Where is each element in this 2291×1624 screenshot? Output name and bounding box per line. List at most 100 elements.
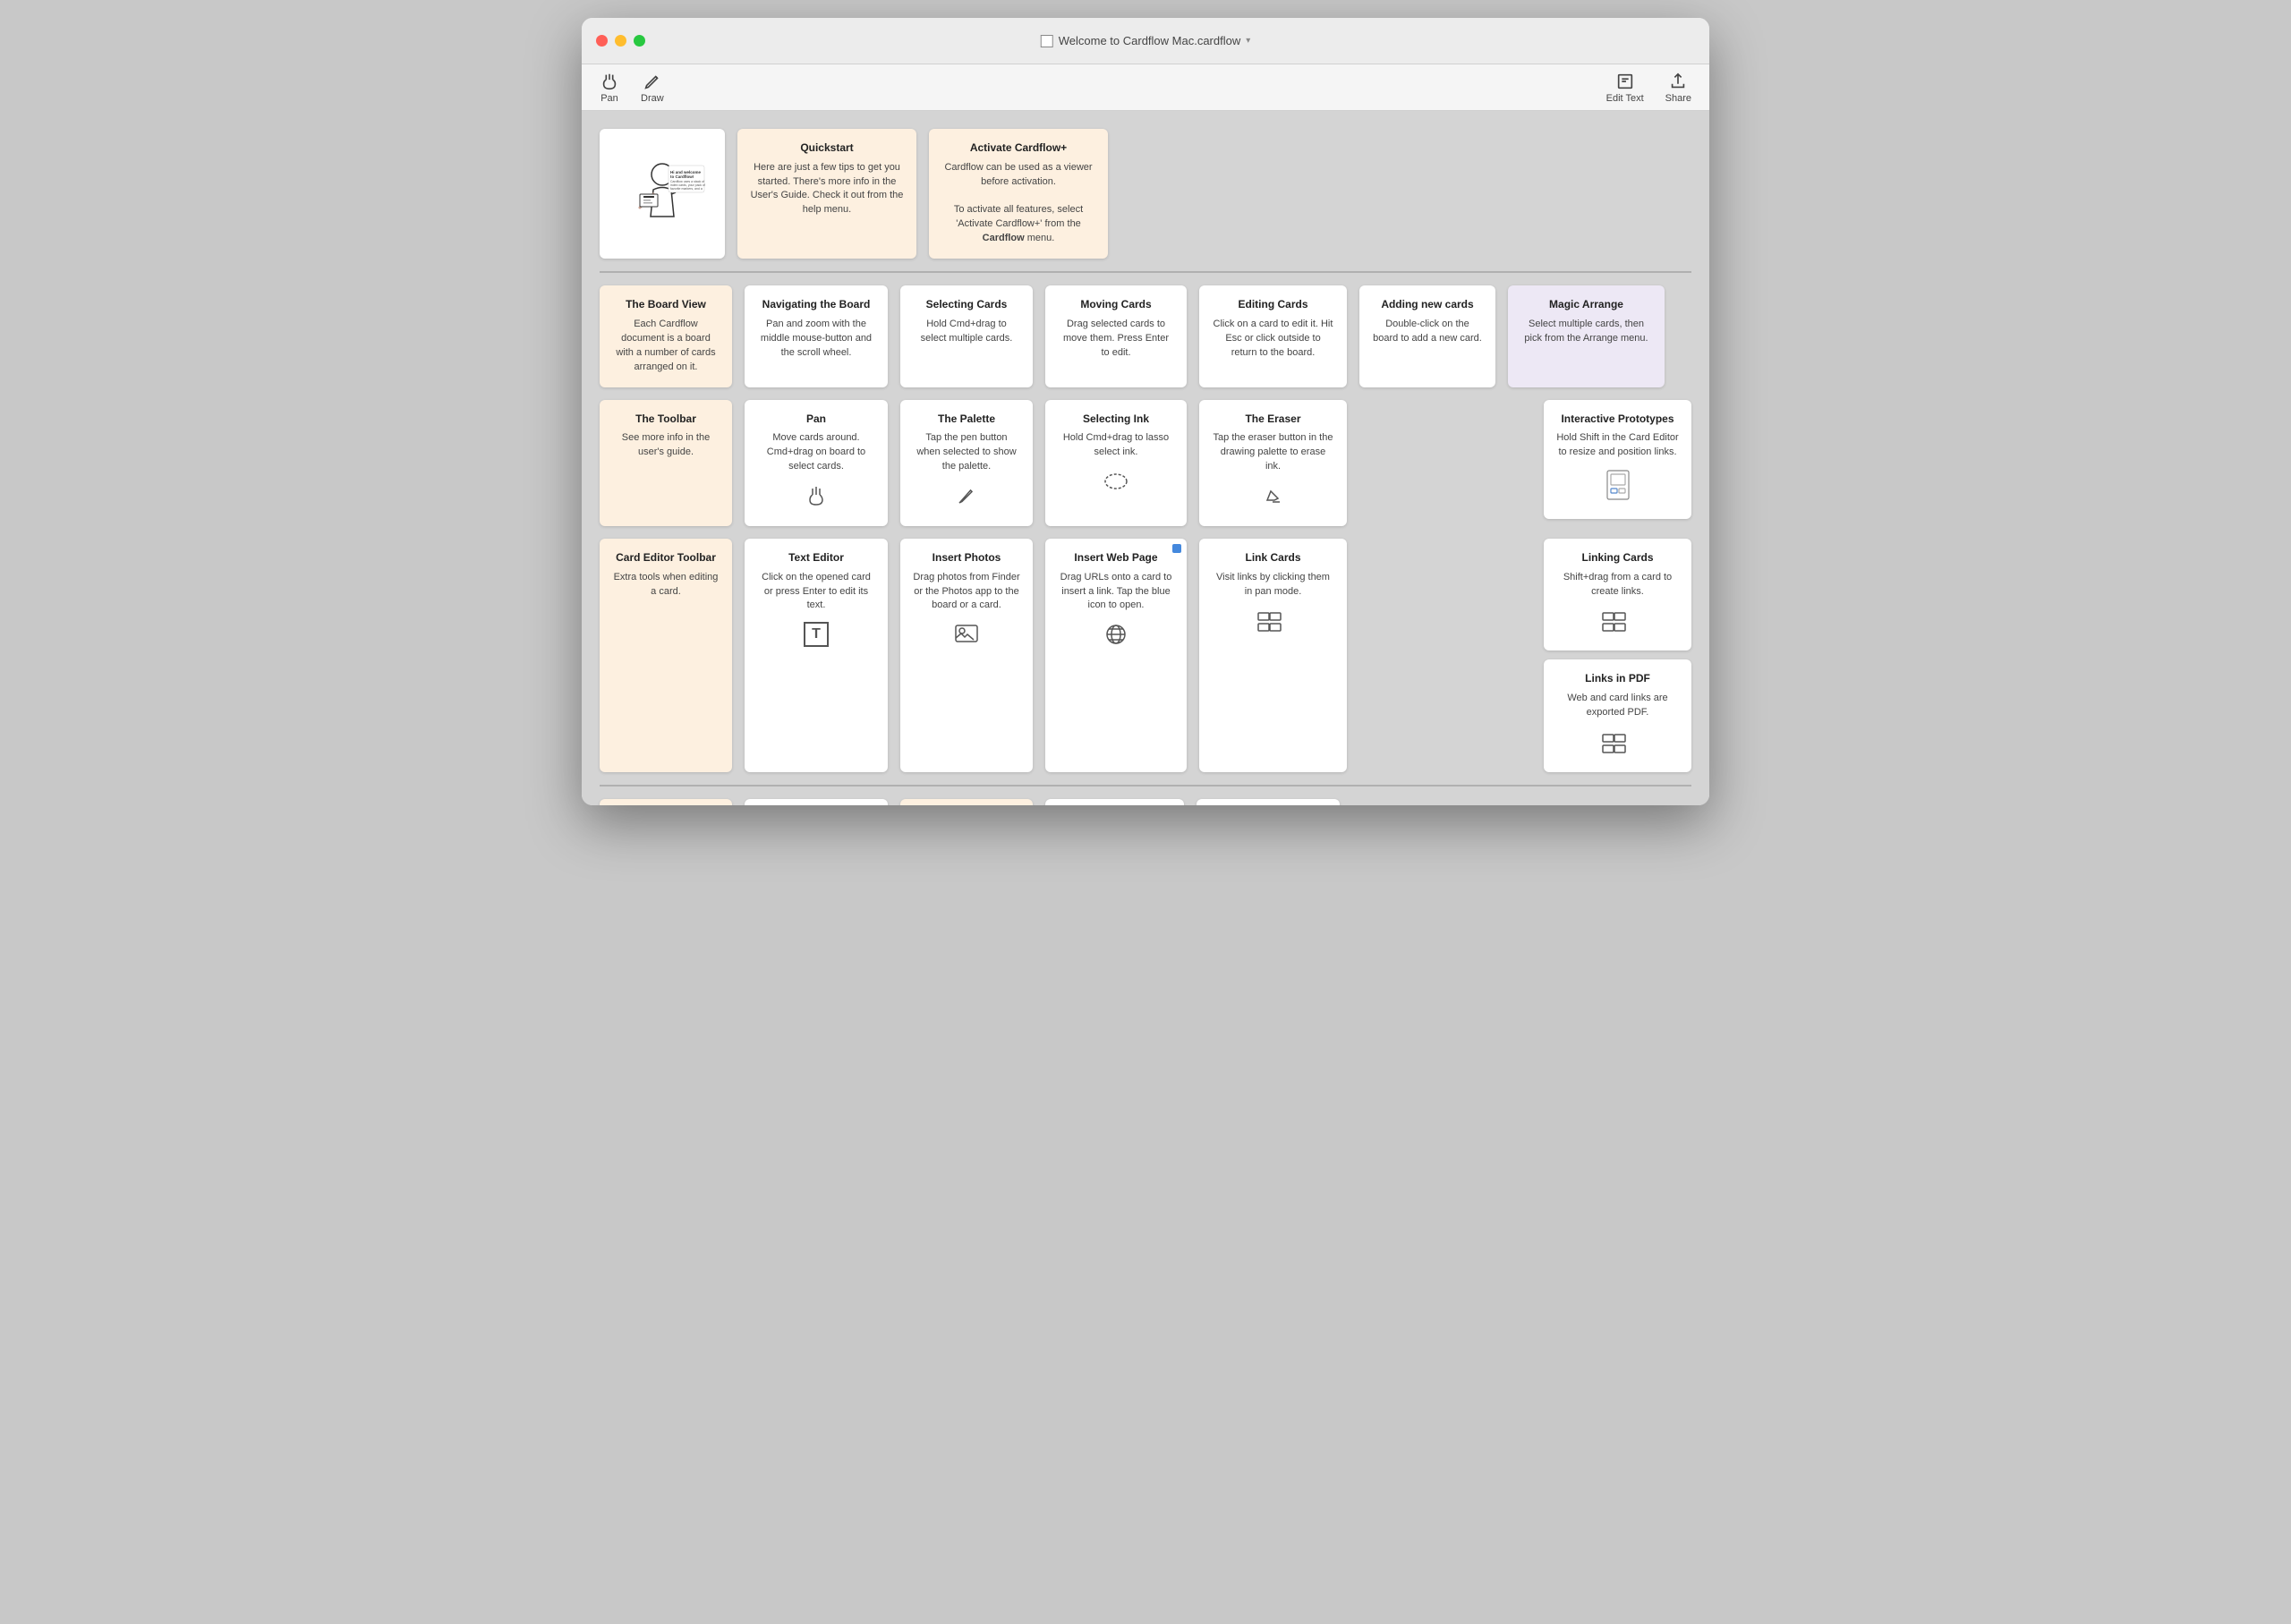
selecting-cards-card[interactable]: Selecting Cards Hold Cmd+drag to select … xyxy=(900,285,1033,387)
link-cards-body: Visit links by clicking them in pan mode… xyxy=(1212,571,1334,599)
share-button[interactable]: Share xyxy=(1665,72,1691,104)
svg-text:to Cardflow!: to Cardflow! xyxy=(670,174,694,179)
pan-card-body: Move cards around. Cmd+drag on board to … xyxy=(757,431,875,474)
toolbar-card[interactable]: The Toolbar See more info in the user's … xyxy=(600,400,732,526)
titlebar: Welcome to Cardflow Mac.cardflow ▾ xyxy=(582,18,1709,64)
share-label: Share xyxy=(1665,93,1691,104)
board-view-body: Each Cardflow document is a board with a… xyxy=(612,318,720,375)
brainstorming-card[interactable]: Brainstorming Index cards are ideal for … xyxy=(900,799,1033,805)
navigating-body: Pan and zoom with the middle mouse-butto… xyxy=(757,318,875,361)
row4-cards: Card Editor Toolbar Extra tools when edi… xyxy=(600,539,1691,772)
navigating-card[interactable]: Navigating the Board Pan and zoom with t… xyxy=(745,285,888,387)
edit-text-label: Edit Text xyxy=(1606,93,1644,104)
edit-text-icon xyxy=(1615,72,1635,91)
insert-photos-body: Drag photos from Finder or the Photos ap… xyxy=(913,571,1020,614)
text-editor-body: Click on the opened card or press Enter … xyxy=(757,571,875,614)
insert-webpage-icon xyxy=(1103,622,1128,652)
things-todo-card[interactable]: Things You Can Do with Cardflow Just a f… xyxy=(600,799,732,805)
activate-card[interactable]: Activate Cardflow+ Cardflow can be used … xyxy=(929,129,1108,259)
palette-card-body: Tap the pen button when selected to show… xyxy=(913,431,1020,474)
link-cards-title: Link Cards xyxy=(1245,551,1300,565)
text-and-ink-card[interactable]: Text and Ink Combine text and freeform d… xyxy=(745,799,888,805)
pan-icon xyxy=(600,72,619,91)
text-editor-card[interactable]: Text Editor Click on the opened card or … xyxy=(745,539,888,772)
divider-1 xyxy=(600,271,1691,273)
title-dropdown-arrow[interactable]: ▾ xyxy=(1246,36,1250,46)
linking-cards-card[interactable]: Linking Cards Shift+drag from a card to … xyxy=(1544,539,1691,650)
minimize-button[interactable] xyxy=(615,35,626,47)
linking-cards-body: Shift+drag from a card to create links. xyxy=(1556,571,1679,599)
selecting-cards-body: Hold Cmd+drag to select multiple cards. xyxy=(913,318,1020,346)
adding-cards-body: Double-click on the board to add a new c… xyxy=(1372,318,1483,346)
magic-arrange-card[interactable]: Magic Arrange Select multiple cards, the… xyxy=(1508,285,1665,387)
adding-cards-card[interactable]: Adding new cards Double-click on the boa… xyxy=(1359,285,1495,387)
eraser-card-title: The Eraser xyxy=(1245,412,1300,427)
row2-cards: The Board View Each Cardflow document is… xyxy=(600,285,1691,387)
interactive-prototypes-body: Hold Shift in the Card Editor to resize … xyxy=(1556,431,1679,460)
link-cards-icon xyxy=(1257,608,1290,638)
link-cards-card[interactable]: Link Cards Visit links by clicking them … xyxy=(1199,539,1347,772)
group-ideas-card[interactable]: Group ideasand REFINEthem later xyxy=(1197,799,1340,805)
edit-text-button[interactable]: Edit Text xyxy=(1606,72,1644,104)
selecting-ink-body: Hold Cmd+drag to lasso select ink. xyxy=(1058,431,1174,460)
draw-tool[interactable]: Draw xyxy=(641,72,664,104)
close-button[interactable] xyxy=(596,35,608,47)
eraser-card-body: Tap the eraser button in the drawing pal… xyxy=(1212,431,1334,474)
blue-indicator xyxy=(1172,544,1181,553)
magic-arrange-title: Magic Arrange xyxy=(1549,298,1623,312)
traffic-lights xyxy=(596,35,645,47)
insert-webpage-body: Drag URLs onto a card to insert a link. … xyxy=(1058,571,1174,614)
text-editor-title: Text Editor xyxy=(788,551,844,565)
links-in-pdf-title: Links in PDF xyxy=(1585,672,1650,686)
insert-photos-title: Insert Photos xyxy=(933,551,1001,565)
interactive-prototypes-icon xyxy=(1604,469,1632,506)
svg-text:favorite markers, and a: favorite markers, and a xyxy=(670,187,703,191)
quickstart-body: Here are just a few tips to get you star… xyxy=(750,161,904,218)
board-view-card[interactable]: The Board View Each Cardflow document is… xyxy=(600,285,732,387)
links-in-pdf-body: Web and card links are exported PDF. xyxy=(1556,692,1679,720)
moving-cards-card[interactable]: Moving Cards Drag selected cards to move… xyxy=(1045,285,1187,387)
text-editor-icon: T xyxy=(804,622,829,647)
board-view-title: The Board View xyxy=(626,298,706,312)
toolbar: Pan Draw Edit Text xyxy=(582,64,1709,111)
insert-webpage-title: Insert Web Page xyxy=(1074,551,1157,565)
insert-photos-icon xyxy=(954,622,979,650)
canvas-area[interactable]: Hi and welcome to Cardflow! Cardflow use… xyxy=(582,111,1709,805)
pan-card[interactable]: Pan Move cards around. Cmd+drag on board… xyxy=(745,400,888,526)
share-icon xyxy=(1668,72,1688,91)
editing-cards-body: Click on a card to edit it. Hit Esc or c… xyxy=(1212,318,1334,361)
toolbar-left: Pan Draw xyxy=(600,72,664,104)
palette-card[interactable]: The Palette Tap the pen button when sele… xyxy=(900,400,1033,526)
card-editor-toolbar-card[interactable]: Card Editor Toolbar Extra tools when edi… xyxy=(600,539,732,772)
toolbar-card-title: The Toolbar xyxy=(635,412,696,427)
eraser-card-icon xyxy=(1261,483,1286,514)
palette-card-icon xyxy=(954,483,979,514)
divider-2 xyxy=(600,785,1691,786)
palette-card-title: The Palette xyxy=(938,412,995,427)
quickstart-card[interactable]: Quickstart Here are just a few tips to g… xyxy=(737,129,916,259)
quickstart-title: Quickstart xyxy=(800,141,853,156)
pan-label: Pan xyxy=(600,93,618,104)
interactive-prototypes-card[interactable]: Interactive Prototypes Hold Shift in the… xyxy=(1544,400,1691,519)
pan-tool[interactable]: Pan xyxy=(600,72,619,104)
right-cards-stack: Interactive Prototypes Hold Shift in the… xyxy=(1544,400,1691,526)
draw-label: Draw xyxy=(641,93,664,104)
links-in-pdf-icon xyxy=(1602,729,1634,760)
selecting-cards-title: Selecting Cards xyxy=(926,298,1008,312)
editing-cards-card[interactable]: Editing Cards Click on a card to edit it… xyxy=(1199,285,1347,387)
fullscreen-button[interactable] xyxy=(634,35,645,47)
big-idea-card[interactable]: Write oneBIG IDEAper card xyxy=(1045,799,1184,805)
eraser-card[interactable]: The Eraser Tap the eraser button in the … xyxy=(1199,400,1347,526)
links-in-pdf-card[interactable]: Links in PDF Web and card links are expo… xyxy=(1544,659,1691,771)
insert-webpage-card[interactable]: Insert Web Page Drag URLs onto a card to… xyxy=(1045,539,1187,772)
selecting-ink-card[interactable]: Selecting Ink Hold Cmd+drag to lasso sel… xyxy=(1045,400,1187,526)
moving-cards-title: Moving Cards xyxy=(1080,298,1151,312)
intro-image-card[interactable]: Hi and welcome to Cardflow! Cardflow use… xyxy=(600,129,725,259)
insert-photos-card[interactable]: Insert Photos Drag photos from Finder or… xyxy=(900,539,1033,772)
main-window: Welcome to Cardflow Mac.cardflow ▾ Pan D… xyxy=(582,18,1709,805)
activate-title: Activate Cardflow+ xyxy=(970,141,1067,156)
navigating-title: Navigating the Board xyxy=(762,298,871,312)
row3-cards: The Toolbar See more info in the user's … xyxy=(600,400,1691,526)
toolbar-card-body: See more info in the user's guide. xyxy=(612,431,720,460)
row2-container: The Board View Each Cardflow document is… xyxy=(600,285,1691,772)
